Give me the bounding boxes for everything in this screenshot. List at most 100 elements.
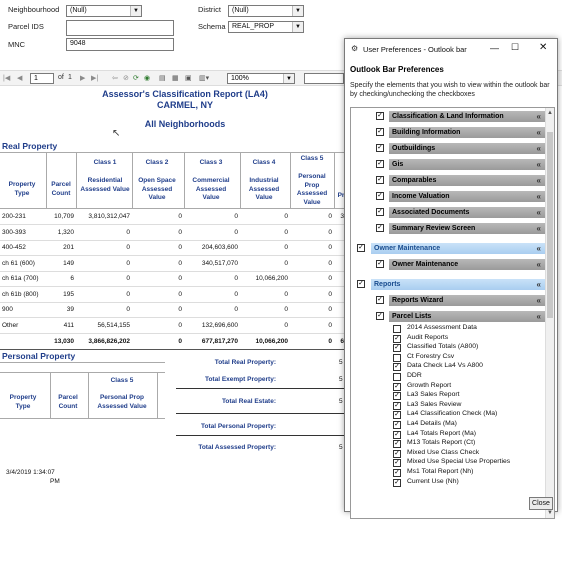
neighbourhood-select[interactable]: (Null) ▼ — [66, 5, 142, 17]
report-checkbox[interactable]: ✓ — [393, 440, 401, 449]
collapse-icon[interactable]: « — [537, 111, 541, 122]
report-checkbox[interactable]: ✓ — [393, 344, 401, 353]
parcel-ids-input[interactable] — [66, 20, 174, 36]
report-checkbox[interactable]: ✓ — [393, 411, 401, 420]
back-icon[interactable]: ⇦ — [112, 74, 118, 82]
report-list-item[interactable]: Mixed Use Class Check — [407, 449, 479, 456]
group-checkbox[interactable]: ✓ — [376, 176, 384, 184]
collapse-icon[interactable]: « — [537, 295, 541, 306]
parameters-icon[interactable]: ◉ — [144, 74, 150, 82]
outlook-group-item[interactable]: Associated Documents « — [389, 207, 545, 218]
collapse-icon[interactable]: « — [537, 127, 541, 138]
outlook-group-item[interactable]: Summary Review Screen « — [389, 223, 545, 234]
report-checkbox[interactable]: ✓ — [393, 392, 401, 401]
collapse-icon[interactable]: « — [537, 259, 541, 270]
page-setup-icon[interactable]: ▣ — [185, 74, 192, 82]
outlook-group-item[interactable]: Building Information « — [389, 127, 545, 138]
group-checkbox[interactable]: ✓ — [376, 192, 384, 200]
report-checkbox[interactable]: ✓ — [393, 430, 401, 439]
last-page-icon[interactable]: ▶| — [91, 74, 98, 82]
report-checkbox[interactable] — [393, 353, 401, 362]
reports-wizard-item[interactable]: Reports Wizard « — [389, 295, 545, 306]
find-input[interactable] — [304, 73, 344, 84]
refresh-icon[interactable]: ⟳ — [133, 74, 139, 82]
group-checkbox[interactable]: ✓ — [376, 144, 384, 152]
scroll-up-icon[interactable]: ▲ — [547, 110, 553, 116]
report-checkbox[interactable]: ✓ — [393, 334, 401, 343]
owner-header-checkbox[interactable]: ✓ — [357, 244, 365, 252]
preferences-list[interactable]: ✓ Classification & Land Information « ✓ Buil… — [350, 107, 555, 519]
layout-icon[interactable]: ▦ — [172, 74, 179, 82]
collapse-icon[interactable]: « — [537, 243, 541, 254]
report-list-item[interactable]: Current Use (Nh) — [407, 478, 459, 485]
minimize-icon[interactable]: — — [490, 43, 499, 53]
group-checkbox[interactable]: ✓ — [376, 128, 384, 136]
outlook-group-item[interactable]: Income Valuation « — [389, 191, 545, 202]
owner-maintenance-item[interactable]: Owner Maintenance « — [389, 259, 545, 270]
next-page-icon[interactable]: ▶ — [80, 74, 85, 82]
parcel-lists-checkbox[interactable]: ✓ — [376, 312, 384, 320]
collapse-icon[interactable]: « — [537, 279, 541, 290]
owner-sub-checkbox[interactable]: ✓ — [376, 260, 384, 268]
scroll-down-icon[interactable]: ▼ — [547, 510, 553, 516]
report-checkbox[interactable]: ✓ — [393, 382, 401, 391]
scrollbar[interactable]: ▲ ▼ — [545, 108, 554, 518]
report-list-item[interactable]: Growth Report — [407, 382, 451, 389]
scrollbar-thumb[interactable] — [547, 132, 553, 318]
close-icon[interactable]: ✕ — [539, 42, 547, 53]
report-list-item[interactable]: La3 Sales Review — [407, 401, 461, 408]
report-list-item[interactable]: 2014 Assessment Data — [407, 324, 477, 331]
collapse-icon[interactable]: « — [537, 143, 541, 154]
report-checkbox[interactable]: ✓ — [393, 363, 401, 372]
report-list-item[interactable]: Classified Totals (A800) — [407, 343, 478, 350]
report-checkbox[interactable] — [393, 373, 401, 381]
maximize-icon[interactable]: ☐ — [511, 42, 519, 53]
first-page-icon[interactable]: |◀ — [3, 74, 10, 82]
district-select[interactable]: (Null) ▼ — [228, 5, 304, 17]
report-list-item[interactable]: DDR — [407, 372, 422, 379]
reports-header-checkbox[interactable]: ✓ — [357, 280, 365, 288]
export-icon[interactable]: ▥▾ — [199, 74, 209, 82]
report-checkbox[interactable]: ✓ — [393, 469, 401, 477]
report-list-item[interactable]: M13 Totals Report (Ct) — [407, 439, 475, 446]
report-checkbox[interactable]: ✓ — [393, 478, 401, 487]
report-checkbox[interactable]: ✓ — [393, 421, 401, 429]
report-list-item[interactable]: La3 Sales Report — [407, 391, 460, 398]
stop-icon[interactable]: ⊘ — [123, 74, 129, 82]
report-checkbox[interactable]: ✓ — [393, 459, 401, 468]
report-list-item[interactable]: Ms1 Total Report (Nh) — [407, 468, 473, 475]
outlook-group-item[interactable]: Gis « — [389, 159, 545, 170]
collapse-icon[interactable]: « — [537, 175, 541, 186]
page-input[interactable]: 1 — [30, 73, 54, 84]
outlook-group-item[interactable]: Outbuildings « — [389, 143, 545, 154]
collapse-icon[interactable]: « — [537, 159, 541, 170]
report-checkbox[interactable]: ✓ — [393, 449, 401, 458]
report-list-item[interactable]: Mixed Use Special Use Properties — [407, 458, 510, 465]
parcel-lists-item[interactable]: Parcel Lists « — [389, 311, 545, 322]
reports-header[interactable]: Reports « — [371, 279, 545, 290]
collapse-icon[interactable]: « — [537, 207, 541, 218]
mnc-input[interactable]: 9048 — [66, 38, 174, 51]
report-list-item[interactable]: La4 Classification Check (Ma) — [407, 410, 497, 417]
prev-page-icon[interactable]: ◀ — [17, 74, 22, 82]
report-list-item[interactable]: Audit Reports — [407, 334, 448, 341]
close-button[interactable]: Close — [529, 497, 553, 510]
report-checkbox[interactable]: ✓ — [393, 401, 401, 410]
collapse-icon[interactable]: « — [537, 311, 541, 322]
schema-select[interactable]: REAL_PROP ▼ — [228, 21, 304, 33]
group-checkbox[interactable]: ✓ — [376, 208, 384, 216]
print-icon[interactable]: ▤ — [159, 74, 166, 82]
report-list-item[interactable]: Data Check La4 Vs A800 — [407, 362, 483, 369]
owner-maintenance-header[interactable]: Owner Maintenance « — [371, 243, 545, 254]
outlook-group-item[interactable]: Comparables « — [389, 175, 545, 186]
report-list-item[interactable]: La4 Details (Ma) — [407, 420, 457, 427]
collapse-icon[interactable]: « — [537, 191, 541, 202]
report-list-item[interactable]: La4 Totals Report (Ma) — [407, 430, 476, 437]
group-checkbox[interactable]: ✓ — [376, 224, 384, 232]
outlook-group-item[interactable]: Classification & Land Information « — [389, 111, 545, 122]
group-checkbox[interactable]: ✓ — [376, 112, 384, 120]
report-checkbox[interactable] — [393, 325, 401, 333]
zoom-select[interactable]: 100% ▼ — [227, 73, 295, 84]
collapse-icon[interactable]: « — [537, 223, 541, 234]
reports-wizard-checkbox[interactable]: ✓ — [376, 296, 384, 304]
